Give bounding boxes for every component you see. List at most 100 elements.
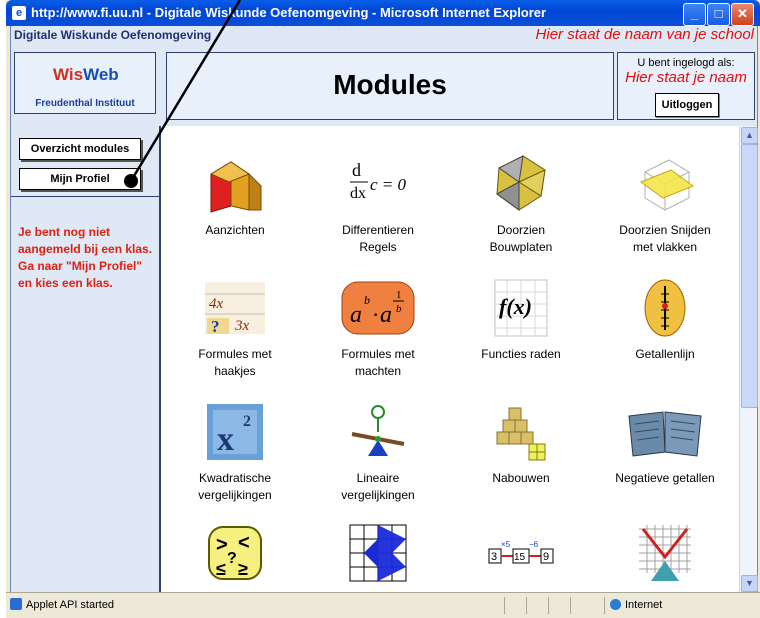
module-label-line1[interactable]: Functies raden	[449, 346, 593, 363]
module-label-line1[interactable]: Negatieve getallen	[593, 470, 737, 487]
wisweb-logo[interactable]: WisWeb Freudenthal Instituut	[14, 52, 156, 114]
svg-text:9: 9	[543, 551, 549, 563]
balance-icon[interactable]	[346, 400, 410, 464]
module-label-line2[interactable]: Regels	[306, 239, 450, 256]
module-tile[interactable]: Doorzien Bouwplaten	[449, 152, 593, 256]
scroll-up-arrow[interactable]: ▲	[741, 127, 758, 144]
module-label-line1[interactable]: Getallenlijn	[593, 346, 737, 363]
module-label-line1[interactable]: Kwadratische	[163, 470, 307, 487]
vertical-scrollbar[interactable]: ▲ ▼	[739, 126, 758, 592]
module-label[interactable]: Lineaire vergelijkingen	[306, 470, 450, 504]
area-icon[interactable]	[346, 521, 410, 585]
sidebar-divider	[11, 196, 159, 197]
module-label[interactable]: Getallenlijn	[593, 346, 737, 363]
svg-text:?: ?	[211, 317, 220, 336]
maximize-button[interactable]: □	[707, 3, 730, 26]
modules-grid: Aanzichten d dx c = 0 Differentieren Regels Do…	[161, 126, 739, 592]
arrow-chain-icon[interactable]: 3 ×5 15 −6 9	[481, 521, 561, 585]
module-label-line1[interactable]: Formules met	[306, 346, 450, 363]
module-tile[interactable]: ><?≤≥Ongelijkheden	[163, 521, 307, 592]
title-bar: e http://www.fi.uu.nl - Digitale Wiskund…	[6, 0, 760, 26]
module-tile[interactable]: Getallenlijn	[593, 276, 737, 363]
module-tile[interactable]: Oppervlakteberekenen	[306, 521, 450, 592]
svg-text:?: ?	[227, 550, 237, 567]
page-content: Digitale Wiskunde Oefenomgeving Hier sta…	[10, 26, 758, 592]
page-title: Modules	[333, 69, 447, 100]
svg-text:dx: dx	[350, 185, 366, 202]
svg-text:×5: ×5	[501, 540, 511, 549]
book-icon[interactable]	[625, 400, 705, 464]
inequality-icon[interactable]: > <? ≤ ≥	[203, 521, 267, 585]
module-tile[interactable]: Nabouwen	[449, 400, 593, 487]
module-label-line1[interactable]: Doorzien	[449, 222, 593, 239]
module-label-line2[interactable]: met vlakken	[593, 239, 737, 256]
logout-button[interactable]: Uitloggen	[655, 93, 719, 117]
module-label-line1[interactable]: Differentieren	[306, 222, 450, 239]
module-tile[interactable]: 3×515−69Pijlenkettingen enformules	[449, 521, 593, 592]
module-tile[interactable]: Negatieve getallen	[593, 400, 737, 487]
svg-text:>: >	[216, 534, 228, 556]
module-tile[interactable]: Lineaire vergelijkingen	[306, 400, 450, 504]
derivative-icon[interactable]: d dx c = 0	[346, 152, 410, 216]
module-label[interactable]: Nabouwen	[449, 470, 593, 487]
browser-window: e http://www.fi.uu.nl - Digitale Wiskund…	[6, 0, 760, 618]
module-label[interactable]: Formules met machten	[306, 346, 450, 380]
bouwplaten-icon[interactable]	[489, 152, 553, 216]
svg-text:b: b	[396, 303, 402, 315]
svg-text:f(x): f(x)	[499, 294, 532, 319]
scroll-thumb[interactable]	[741, 144, 758, 408]
module-label-line1[interactable]: Formules met	[163, 346, 307, 363]
x-squared-icon[interactable]: x2	[203, 400, 267, 464]
module-label-line2[interactable]: vergelijkingen	[306, 487, 450, 504]
module-tile[interactable]: Doorzien Snijden met vlakken	[593, 152, 737, 256]
module-label[interactable]: Formules met haakjes	[163, 346, 307, 380]
module-label[interactable]: Negatieve getallen	[593, 470, 737, 487]
status-text: Applet API started	[26, 599, 115, 611]
module-tile[interactable]: f(x) Functies raden	[449, 276, 593, 363]
module-label-line2[interactable]: vergelijkingen	[163, 487, 307, 504]
aanzichten-icon[interactable]	[203, 152, 267, 216]
module-label-line2[interactable]: haakjes	[163, 363, 307, 380]
class-notice: Je bent nog niet aangemeld bij een klas.…	[18, 225, 153, 290]
cube-plane-icon[interactable]	[633, 152, 697, 216]
module-label[interactable]: Aanzichten	[163, 222, 307, 239]
overview-modules-button[interactable]: Overzicht modules	[19, 138, 141, 160]
module-label[interactable]: Doorzien Snijden met vlakken	[593, 222, 737, 256]
module-label-line1[interactable]: Lineaire	[306, 470, 450, 487]
function-icon[interactable]: f(x)	[489, 276, 553, 340]
svg-text:x: x	[217, 421, 234, 458]
module-tile[interactable]: d dx c = 0 Differentieren Regels	[306, 152, 450, 256]
site-name: Digitale Wiskunde Oefenomgeving	[14, 28, 212, 42]
module-label[interactable]: Differentieren Regels	[306, 222, 450, 256]
module-tile[interactable]: Aanzichten	[163, 152, 307, 239]
school-name: Hier staat de naam van je school	[535, 26, 754, 43]
module-label[interactable]: Doorzien Bouwplaten	[449, 222, 593, 256]
module-label-line1[interactable]: Aanzichten	[163, 222, 307, 239]
logo-text: WisWeb	[53, 65, 119, 84]
module-label-line2[interactable]: Bouwplaten	[449, 239, 593, 256]
module-label[interactable]: Functies raden	[449, 346, 593, 363]
module-tile[interactable]: Stippelpatronen	[593, 521, 737, 592]
page-title-box: Modules	[166, 52, 614, 120]
module-tile[interactable]: 4x? 3x Formules met haakjes	[163, 276, 307, 380]
minimize-button[interactable]: _	[683, 3, 706, 26]
module-tile[interactable]: x 2 Kwadratische vergelijkingen	[163, 400, 307, 504]
close-button[interactable]: ✕	[731, 3, 754, 26]
module-label-line2[interactable]: machten	[306, 363, 450, 380]
number-line-icon[interactable]	[633, 276, 697, 340]
blocks-icon[interactable]	[489, 400, 553, 464]
svg-text:≤: ≤	[216, 559, 226, 579]
haakjes-icon[interactable]: 4x? 3x	[203, 276, 267, 340]
scroll-down-arrow[interactable]: ▼	[741, 575, 758, 592]
module-tile[interactable]: a b · a 1 b Formules met machten	[306, 276, 450, 380]
svg-text:−6: −6	[529, 540, 539, 549]
svg-text:≥: ≥	[238, 559, 248, 579]
module-label-line1[interactable]: Doorzien Snijden	[593, 222, 737, 239]
my-profile-button[interactable]: Mijn Profiel	[19, 168, 141, 190]
module-label-line1[interactable]: Nabouwen	[449, 470, 593, 487]
dot-pattern-icon[interactable]	[633, 521, 697, 585]
machten-icon[interactable]: a b · a 1 b	[338, 276, 418, 340]
internet-zone-icon	[610, 599, 621, 610]
status-bar: Applet API started Internet	[6, 592, 760, 618]
module-label[interactable]: Kwadratische vergelijkingen	[163, 470, 307, 504]
